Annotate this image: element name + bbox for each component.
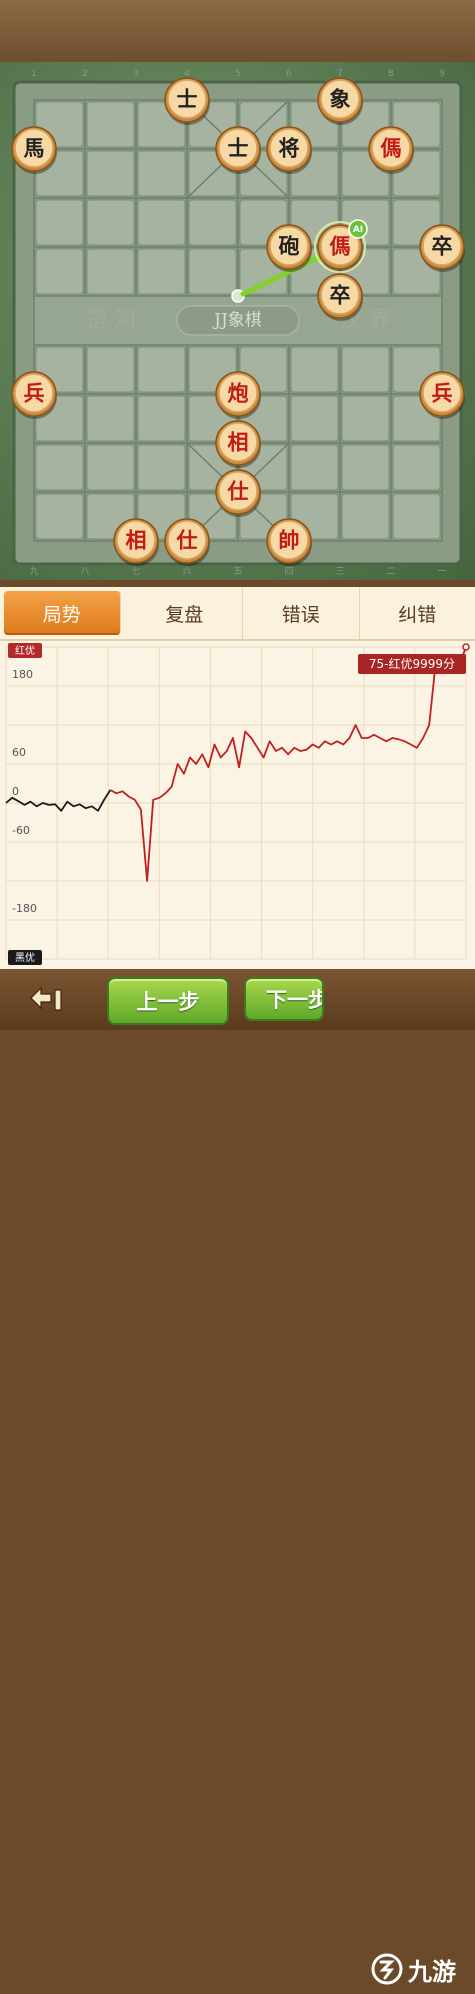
next-move-button[interactable]: 下一步 bbox=[244, 977, 324, 1021]
file-label-top: 9 bbox=[439, 69, 445, 79]
tab-correction[interactable]: 纠错 bbox=[360, 587, 475, 639]
board-cell bbox=[393, 445, 440, 490]
board-cell bbox=[87, 200, 134, 245]
svg-text:卒: 卒 bbox=[330, 283, 351, 308]
river-logo-text: JJ象棋 bbox=[212, 311, 262, 331]
file-label-top: 8 bbox=[388, 69, 394, 79]
board-cell bbox=[189, 249, 236, 294]
svg-text:傌: 傌 bbox=[330, 234, 351, 259]
board-cell bbox=[87, 396, 134, 441]
svg-text:仕: 仕 bbox=[176, 528, 198, 553]
xiangqi-board[interactable]: 123456789九八七六五四三二一楚 河汉 界JJ象棋士象馬士将傌砲傌卒卒兵炮… bbox=[0, 62, 475, 580]
watermark-text: 九游 bbox=[408, 1952, 456, 1987]
series-line-0 bbox=[6, 790, 110, 811]
svg-text:帥: 帥 bbox=[279, 528, 300, 553]
board-cell bbox=[342, 347, 389, 392]
board-cell bbox=[138, 249, 185, 294]
file-label-bottom: 七 bbox=[131, 566, 140, 577]
board-cell bbox=[87, 151, 134, 196]
score-callout-label: 75-红优9999分 bbox=[369, 656, 455, 671]
board-cell bbox=[342, 445, 389, 490]
svg-text:炮: 炮 bbox=[228, 381, 249, 406]
ai-badge-label: AI bbox=[353, 225, 363, 235]
board-cell bbox=[138, 396, 185, 441]
tab-replay[interactable]: 复盘 bbox=[127, 587, 244, 639]
svg-text:砲: 砲 bbox=[279, 234, 300, 259]
file-label-bottom: 二 bbox=[386, 567, 395, 577]
board-cell bbox=[138, 200, 185, 245]
tab-errors[interactable]: 错误 bbox=[243, 587, 360, 639]
file-label-top: 5 bbox=[235, 69, 241, 79]
board-cell bbox=[36, 445, 83, 490]
board-cell bbox=[87, 102, 134, 147]
watermark: 九游 bbox=[370, 1944, 475, 1994]
svg-text:兵: 兵 bbox=[24, 381, 45, 406]
board-cell bbox=[393, 494, 440, 539]
svg-text:仕: 仕 bbox=[227, 479, 249, 504]
y-tick-label: -180 bbox=[12, 902, 37, 915]
top-bar bbox=[0, 0, 475, 64]
file-label-bottom: 六 bbox=[182, 565, 191, 577]
previous-move-button[interactable]: 上一步 bbox=[107, 977, 229, 1025]
svg-text:象: 象 bbox=[330, 87, 351, 112]
svg-text:相: 相 bbox=[126, 528, 147, 553]
svg-text:将: 将 bbox=[279, 136, 300, 161]
watermark-logo-icon bbox=[370, 1952, 404, 1986]
board-cell bbox=[36, 494, 83, 539]
analysis-tabs: 局势 复盘 错误 纠错 bbox=[0, 587, 475, 641]
file-label-top: 2 bbox=[82, 69, 88, 79]
file-label-bottom: 四 bbox=[284, 567, 293, 577]
board-cell bbox=[87, 445, 134, 490]
file-label-top: 1 bbox=[31, 69, 37, 79]
file-label-bottom: 三 bbox=[335, 567, 344, 577]
file-label-bottom: 五 bbox=[233, 567, 242, 577]
file-label-bottom: 九 bbox=[29, 566, 38, 577]
board-cell bbox=[189, 200, 236, 245]
board-cell bbox=[36, 200, 83, 245]
board-cell bbox=[291, 396, 338, 441]
board-cell bbox=[291, 445, 338, 490]
file-label-bottom: 一 bbox=[437, 567, 446, 577]
board-cell bbox=[36, 249, 83, 294]
svg-text:傌: 傌 bbox=[381, 136, 402, 161]
svg-text:士: 士 bbox=[228, 136, 249, 161]
back-button[interactable] bbox=[22, 983, 72, 1017]
advantage-chart-svg: 180 60 0 -60 -180 红优黑优 75-红优9999分 bbox=[0, 641, 475, 969]
board-cell bbox=[342, 494, 389, 539]
back-arrow-icon bbox=[27, 985, 67, 1015]
board-cell bbox=[138, 347, 185, 392]
svg-text:馬: 馬 bbox=[24, 136, 45, 161]
svg-text:兵: 兵 bbox=[432, 381, 453, 406]
river-left-text: 楚 河 bbox=[85, 308, 136, 333]
last-point-marker bbox=[463, 644, 469, 650]
file-label-top: 6 bbox=[286, 69, 292, 79]
board-cell bbox=[87, 347, 134, 392]
chart-grid bbox=[6, 647, 466, 959]
svg-text:相: 相 bbox=[228, 430, 249, 455]
y-tick-label: 60 bbox=[12, 746, 26, 759]
board-cell bbox=[138, 445, 185, 490]
board-cell bbox=[291, 347, 338, 392]
y-tick-label: 180 bbox=[12, 668, 33, 681]
y-tick-label: 0 bbox=[12, 785, 19, 798]
advantage-chart: 180 60 0 -60 -180 红优黑优 75-红优9999分 bbox=[0, 641, 475, 969]
svg-text:卒: 卒 bbox=[432, 234, 453, 259]
tab-situation[interactable]: 局势 bbox=[4, 591, 121, 635]
board-cell bbox=[342, 396, 389, 441]
file-label-bottom: 八 bbox=[80, 567, 89, 577]
board-cell bbox=[138, 151, 185, 196]
red-advantage-tag-label: 红优 bbox=[15, 644, 35, 657]
black-advantage-tag-label: 黑优 bbox=[15, 951, 35, 964]
bottom-bar: 上一步 下一步 九游 bbox=[0, 969, 475, 1030]
board-cell bbox=[87, 249, 134, 294]
file-label-top: 3 bbox=[133, 69, 139, 79]
y-tick-label: -60 bbox=[12, 824, 30, 837]
svg-text:士: 士 bbox=[177, 87, 198, 112]
